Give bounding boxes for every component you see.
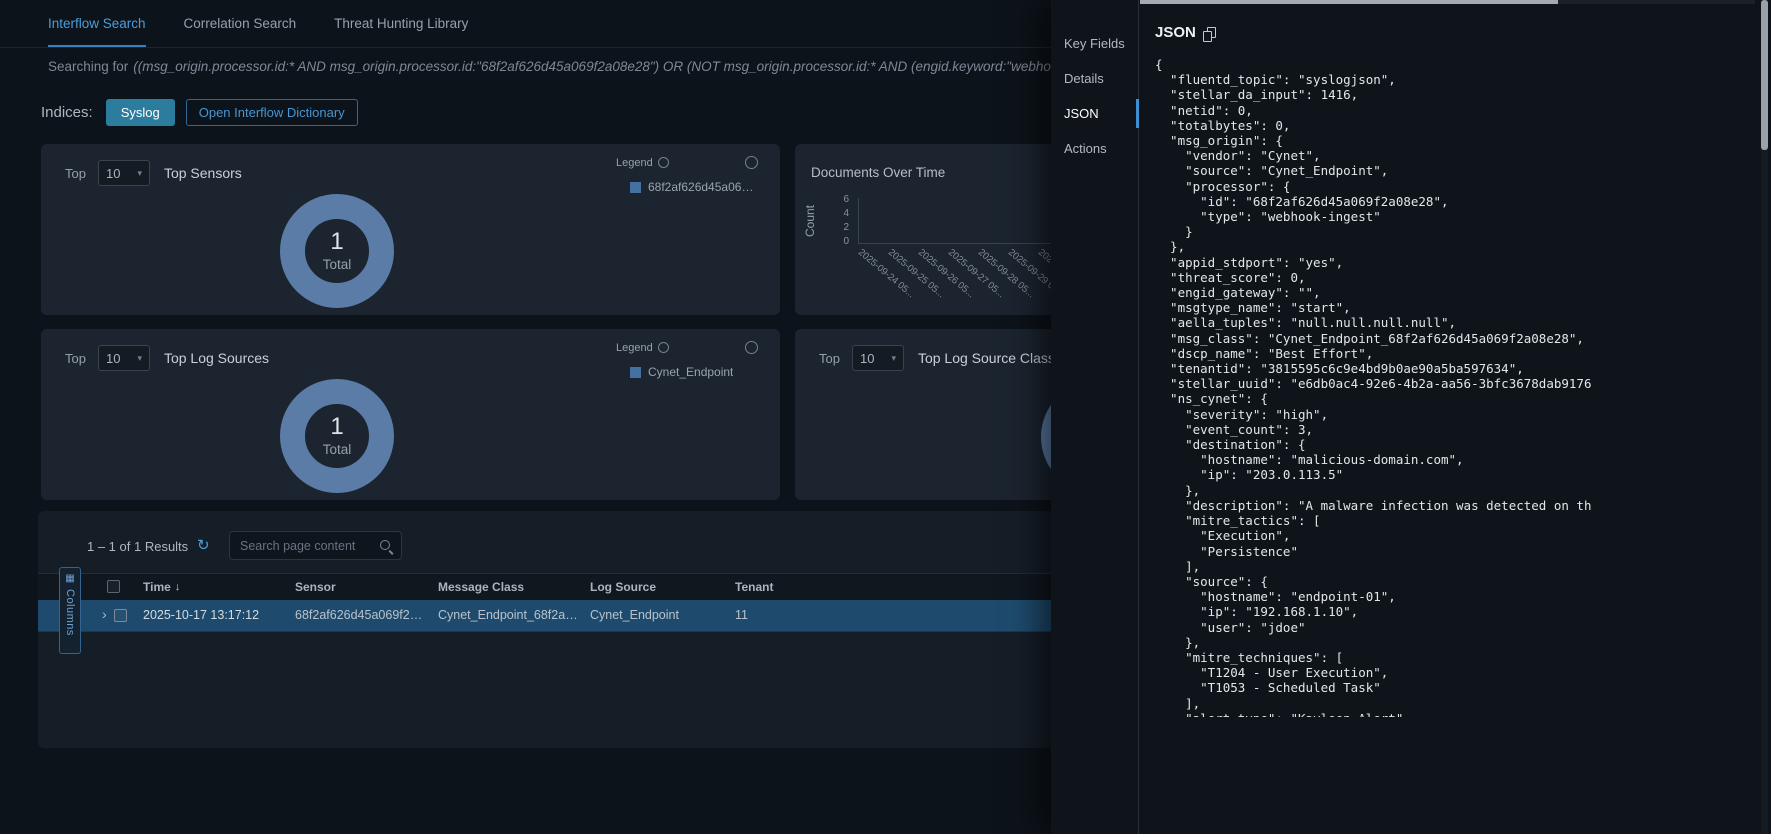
- select-all-checkbox[interactable]: [107, 580, 120, 593]
- top-n-value: 10: [106, 351, 120, 366]
- legend-swatch: [630, 367, 641, 378]
- y-tick-label: 6: [825, 194, 849, 205]
- donut-chart-wrap: 1 Total: [280, 194, 394, 308]
- y-axis: [858, 198, 859, 243]
- search-icon: [379, 539, 393, 553]
- panel-title: Top Sensors: [164, 165, 242, 181]
- row-expand-icon[interactable]: ›: [102, 607, 107, 621]
- cell-tenant: 11: [735, 600, 748, 631]
- refresh-icon[interactable]: ↻: [197, 536, 210, 554]
- flyout-nav-key-fields[interactable]: Key Fields: [1051, 26, 1138, 61]
- donut-chart[interactable]: [280, 379, 394, 493]
- legend-item-label: 68f2af626d45a069f2a08e28: [648, 180, 758, 194]
- legend-item[interactable]: 68f2af626d45a069f2a08e28: [630, 180, 758, 194]
- column-header-label: Time: [143, 580, 171, 594]
- panel-options-icon[interactable]: [745, 341, 758, 354]
- horizontal-scrollbar-thumb[interactable]: [1140, 0, 1558, 4]
- legend-item-label: Cynet_Endpoint: [648, 365, 733, 379]
- vertical-scrollbar-thumb[interactable]: [1761, 0, 1768, 150]
- indices-label: Indices:: [41, 104, 93, 121]
- page-search-box[interactable]: [229, 531, 402, 560]
- sort-arrow-icon: ↓: [175, 581, 181, 593]
- flyout-nav-actions[interactable]: Actions: [1051, 131, 1138, 166]
- top-n-value: 10: [860, 351, 874, 366]
- search-query-text: ((msg_origin.processor.id:* AND msg_orig…: [133, 59, 1065, 74]
- json-panel-title: JSON: [1155, 24, 1196, 41]
- top-n-value: 10: [106, 166, 120, 181]
- cell-message-class: Cynet_Endpoint_68f2af626d45a069f2a08e28: [438, 600, 578, 631]
- flyout-body: JSON { "fluentd_topic": "syslogjson", "s…: [1139, 0, 1771, 834]
- panel-top-sensors: Top 10 ▾ Top Sensors Legend 68f2af626d45…: [41, 144, 780, 315]
- panel-header: Top 10 ▾ Top Log Sources: [65, 345, 269, 371]
- top-label: Top: [65, 351, 86, 366]
- chevron-down-icon: ▾: [137, 353, 142, 364]
- donut-chart[interactable]: [280, 194, 394, 308]
- tab-threat-hunting-library[interactable]: Threat Hunting Library: [334, 0, 468, 47]
- legend-label: Legend: [616, 157, 653, 169]
- horizontal-scrollbar[interactable]: [1140, 0, 1755, 4]
- legend-info-icon: [658, 157, 669, 168]
- app-root: Interflow Search Correlation Search Thre…: [0, 0, 1771, 834]
- legend-info-icon: [658, 342, 669, 353]
- legend-label: Legend: [616, 342, 653, 354]
- open-interflow-dictionary-button[interactable]: Open Interflow Dictionary: [186, 99, 358, 126]
- panel-header: Top 10 ▾ Top Sensors: [65, 160, 242, 186]
- flyout-nav-details[interactable]: Details: [1051, 61, 1138, 96]
- panel-title: Top Log Sources: [164, 350, 269, 366]
- search-input[interactable]: [230, 539, 379, 553]
- columns-button-label: Columns: [64, 589, 76, 636]
- vertical-scrollbar[interactable]: [1761, 0, 1768, 834]
- y-axis-label: Count: [803, 186, 817, 256]
- flyout-nav: Key Fields Details JSON Actions: [1051, 0, 1139, 834]
- indices-row: Indices: Syslog Open Interflow Dictionar…: [41, 98, 358, 127]
- row-checkbox[interactable]: [114, 609, 127, 622]
- search-summary-prefix: Searching for: [48, 59, 128, 74]
- panel-top-log-sources: Top 10 ▾ Top Log Sources Legend Cynet_En…: [41, 329, 780, 500]
- cell-sensor: 68f2af626d45a069f2a08e28: [295, 600, 427, 631]
- column-header-sensor[interactable]: Sensor: [295, 574, 336, 600]
- legend-swatch: [630, 182, 641, 193]
- results-count: 1 – 1 of 1 Results: [87, 539, 188, 554]
- column-header-time[interactable]: Time ↓: [143, 574, 180, 600]
- panel-header: Top 10 ▾ Top Log Source Classes: [819, 345, 1070, 371]
- column-header-log-source[interactable]: Log Source: [590, 574, 656, 600]
- legend: Legend 68f2af626d45a069f2a08e28: [606, 156, 758, 194]
- grid-icon: ▦: [65, 574, 74, 584]
- top-n-select[interactable]: 10 ▾: [98, 345, 150, 371]
- chevron-down-icon: ▾: [137, 168, 142, 179]
- cell-time: 2025-10-17 13:17:12: [143, 600, 259, 631]
- y-tick-label: 4: [825, 208, 849, 219]
- column-header-message-class[interactable]: Message Class: [438, 574, 524, 600]
- y-tick-label: 2: [825, 222, 849, 233]
- detail-flyout: Key Fields Details JSON Actions JSON { "…: [1051, 0, 1771, 834]
- panel-title: Documents Over Time: [811, 165, 945, 180]
- donut-chart-wrap: 1 Total: [280, 379, 394, 493]
- top-n-select[interactable]: 10 ▾: [852, 345, 904, 371]
- top-n-select[interactable]: 10 ▾: [98, 160, 150, 186]
- panel-title: Top Log Source Classes: [918, 350, 1070, 366]
- cell-log-source: Cynet_Endpoint: [590, 600, 679, 631]
- top-label: Top: [819, 351, 840, 366]
- tab-correlation-search[interactable]: Correlation Search: [184, 0, 297, 47]
- chevron-down-icon: ▾: [891, 353, 896, 364]
- flyout-nav-json[interactable]: JSON: [1051, 96, 1138, 131]
- copy-icon[interactable]: [1203, 27, 1218, 43]
- top-label: Top: [65, 166, 86, 181]
- column-header-tenant[interactable]: Tenant: [735, 574, 773, 600]
- panel-options-icon[interactable]: [745, 156, 758, 169]
- legend-item[interactable]: Cynet_Endpoint: [630, 365, 758, 379]
- tab-interflow-search[interactable]: Interflow Search: [48, 0, 146, 47]
- json-content: { "fluentd_topic": "syslogjson", "stella…: [1155, 57, 1753, 717]
- legend: Legend Cynet_Endpoint: [606, 341, 758, 379]
- syslog-index-button[interactable]: Syslog: [106, 99, 175, 126]
- y-tick-label: 0: [825, 236, 849, 247]
- columns-button[interactable]: ▦ Columns: [59, 567, 81, 654]
